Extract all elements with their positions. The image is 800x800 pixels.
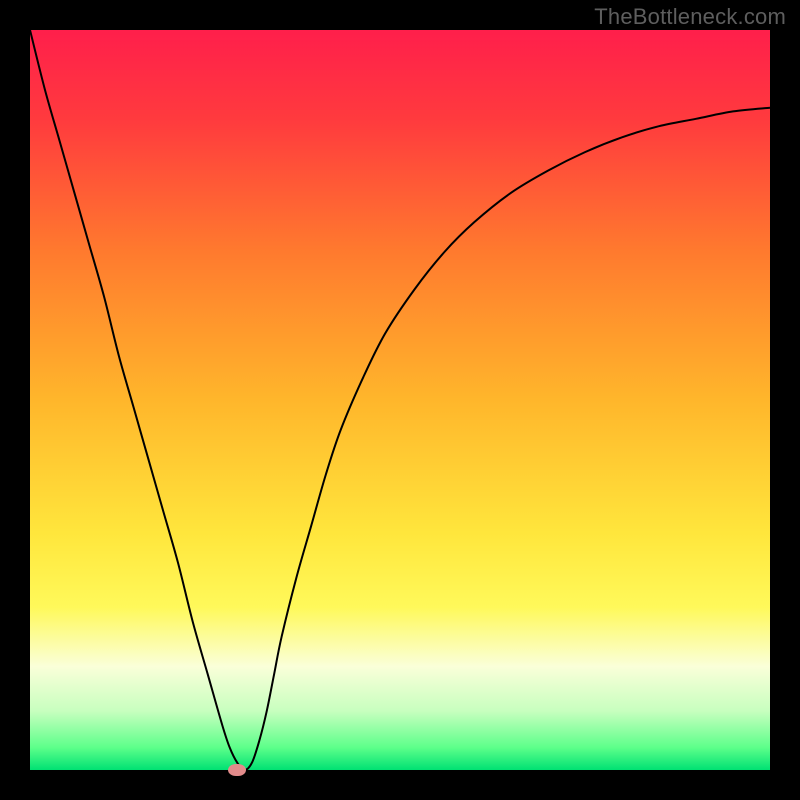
bottleneck-curve <box>30 30 770 770</box>
watermark-text: TheBottleneck.com <box>594 4 786 30</box>
chart-frame: TheBottleneck.com <box>0 0 800 800</box>
plot-area <box>30 30 770 770</box>
curve-layer <box>30 30 770 770</box>
